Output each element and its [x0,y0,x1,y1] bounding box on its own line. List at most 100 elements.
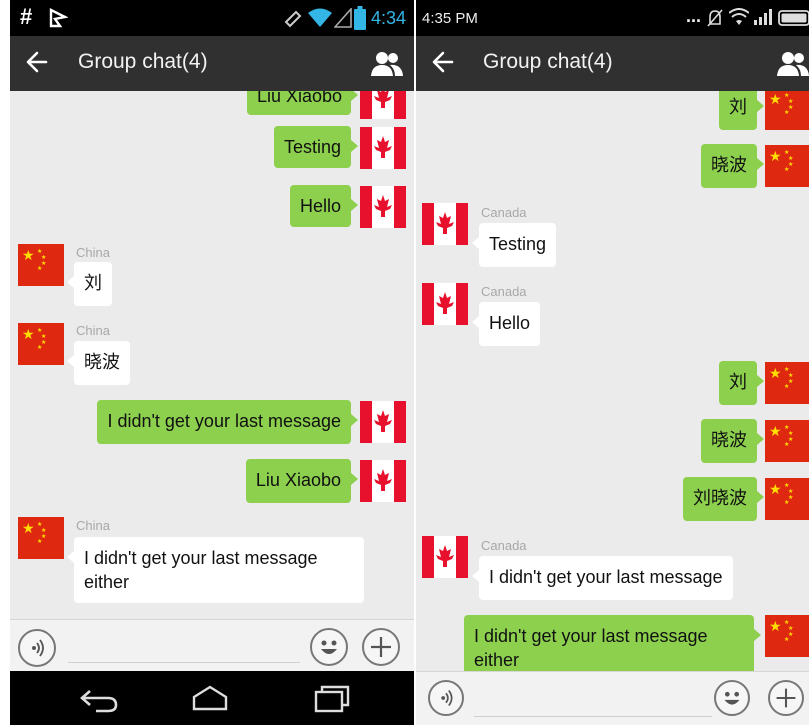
wifi-icon [729,8,749,25]
outgoing-message[interactable]: Hello [289,185,359,227]
app-bar: Group chat(4) [10,36,414,91]
outgoing-message[interactable]: 刘 [719,361,764,405]
china-flag-avatar[interactable]: ★ ★ ★ ★ ★ [18,323,64,365]
canada-flag-avatar[interactable] [360,186,406,228]
message-text: Testing [489,234,547,254]
input-bar [416,671,809,725]
mute-icon [707,9,723,27]
plus-icon [776,688,796,708]
outgoing-message[interactable]: I didn't get your last message either [464,615,761,671]
svg-text:★: ★ [784,636,789,643]
message-text: Hello [489,313,531,333]
china-flag-avatar[interactable]: ★ ★ ★ ★ ★ [765,615,809,657]
incoming-message[interactable]: Hello [471,302,541,346]
back-arrow-icon[interactable] [24,47,50,77]
message-text: 刘 [84,273,102,293]
canada-flag-avatar[interactable] [422,203,468,245]
rotate-icon [284,10,302,28]
nav-back-icon[interactable] [76,683,122,713]
message-text: 刘晓波 [693,488,747,508]
canada-flag-avatar[interactable] [360,91,406,119]
plus-button[interactable] [362,628,400,666]
message-input[interactable] [68,662,300,663]
outgoing-message[interactable]: 晓波 [701,419,764,463]
plus-button[interactable] [768,680,804,716]
message-input[interactable] [474,716,712,717]
canada-flag-avatar[interactable] [360,401,406,443]
svg-text:★: ★ [769,366,782,382]
message-text: 晓波 [711,155,747,175]
outgoing-message[interactable]: 刘 [719,91,764,130]
svg-text:★: ★ [22,521,35,537]
hash-icon: # [20,4,33,29]
message-text: Hello [299,196,341,216]
status-time: 4:34 [371,8,407,28]
signal-icon [754,9,772,25]
emoji-button[interactable] [310,628,348,666]
outgoing-message[interactable]: 晓波 [701,144,764,188]
voice-input-button[interactable] [428,680,464,716]
outgoing-message[interactable]: Liu Xiaobo [245,459,359,503]
message-text: 晓波 [711,430,747,450]
nav-home-icon[interactable] [188,683,232,713]
outgoing-message[interactable]: I didn't get your last message [97,400,358,444]
sender-name: China [76,518,110,533]
china-flag-avatar[interactable]: ★ ★ ★ ★ ★ [18,244,64,286]
status-time: 4:35 PM [422,10,478,27]
chat-title: Group chat(4) [78,50,208,73]
china-flag-avatar[interactable]: ★ ★ ★ ★ ★ [765,145,809,187]
incoming-message[interactable]: 晓波 [67,341,130,385]
message-text: Liu Xiaobo [257,91,343,106]
incoming-message[interactable]: I didn't get your last message [472,556,733,600]
group-members-icon[interactable] [776,50,809,78]
voice-input-button[interactable] [18,629,56,667]
outgoing-message[interactable]: Testing [273,126,359,168]
incoming-message[interactable]: Testing [471,223,557,267]
incoming-message[interactable]: I didn't get your last message either [67,537,364,603]
china-flag-avatar[interactable]: ★ ★ ★ ★ ★ [765,420,809,462]
plus-icon [371,637,391,657]
nav-recents-icon[interactable] [310,683,354,713]
svg-text:★: ★ [784,109,789,116]
system-nav-bar [10,671,414,725]
china-flag-avatar[interactable]: ★ ★ ★ ★ ★ [765,362,809,404]
outgoing-message[interactable]: 刘晓波 [683,477,764,521]
outgoing-message[interactable]: Liu Xiaobo [247,91,358,115]
battery-icon [354,6,366,30]
svg-text:★: ★ [784,441,789,448]
message-text: I didn't get your last message [489,567,723,587]
sender-name: Canada [481,284,527,299]
incoming-message[interactable]: 刘 [67,262,112,306]
svg-text:★: ★ [769,482,782,498]
svg-text:★: ★ [37,344,42,351]
china-flag-avatar[interactable]: ★ ★ ★ ★ ★ [18,517,64,559]
status-bar: 4:35 PM ... [416,0,809,36]
message-text: 刘 [729,372,747,392]
canada-flag-avatar[interactable] [360,127,406,169]
china-flag-avatar[interactable]: ★ ★ ★ ★ ★ [765,478,809,520]
back-arrow-icon[interactable] [430,47,456,77]
message-text: I didn't get your last message either [84,548,318,592]
left-phone-screen: # 4:34 Group chat(4) Liu Xiaobo Testing … [10,0,414,725]
svg-text:★: ★ [769,149,782,165]
app-bar: Group chat(4) [416,36,809,91]
message-text: 晓波 [84,352,120,372]
canada-flag-avatar[interactable] [422,536,468,578]
battery-icon [778,10,809,26]
wifi-icon [308,8,332,27]
status-bar: # 4:34 [10,0,414,36]
message-text: 刘 [729,97,747,117]
canada-flag-avatar[interactable] [422,283,468,325]
canada-flag-avatar[interactable] [360,460,406,502]
input-bar [10,619,414,675]
emoji-icon [321,640,337,654]
svg-text:★: ★ [784,166,789,173]
message-list: 刘 ★ ★ ★ ★ ★ 晓波 ★ ★ ★ ★ ★ Canada Testing Canada H… [416,91,809,671]
svg-text:★: ★ [22,248,35,264]
svg-text:★: ★ [37,538,42,545]
emoji-button[interactable] [714,680,750,716]
china-flag-avatar[interactable]: ★ ★ ★ ★ ★ [765,91,809,130]
svg-text:★: ★ [769,424,782,440]
group-members-icon[interactable] [370,50,404,78]
svg-text:★: ★ [37,265,42,272]
